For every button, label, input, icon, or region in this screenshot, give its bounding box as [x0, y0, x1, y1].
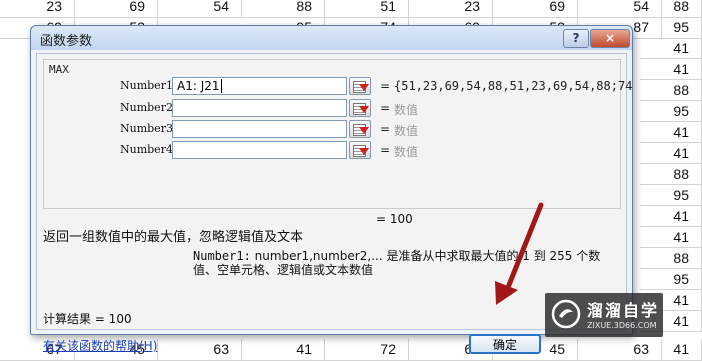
sheet-cell[interactable]: 69 — [75, 0, 158, 17]
parameter-text: number1,number2,... 是准备从中求取最大值的 1 到 255 … — [193, 249, 601, 277]
sheet-row: 23 69 54 88 51 23 69 54 88 — [0, 0, 702, 18]
dialog-content: MAX Number1 A1: J21 = {51,23,69,54,88,51… — [36, 53, 632, 354]
watermark-logo-icon — [551, 299, 581, 329]
collapse-arrow-icon — [359, 148, 369, 155]
sheet-cell[interactable]: 69 — [493, 0, 578, 17]
sheet-cell[interactable]: 88 — [662, 0, 702, 17]
parameter-description: Number1: number1,number2,... 是准备从中求取最大值的… — [193, 249, 623, 277]
function-name: MAX — [49, 63, 69, 76]
number3-input[interactable] — [172, 120, 347, 138]
sheet-cell[interactable]: 54 — [578, 0, 662, 17]
sheet-cell[interactable]: 51 — [325, 0, 409, 17]
sheet-cell[interactable]: 88 — [640, 164, 702, 185]
dialog-title-bar[interactable]: 函数参数 ? × — [31, 26, 632, 50]
question-icon: ? — [572, 31, 580, 45]
number2-result: 数值 — [394, 103, 419, 117]
number3-label: Number3 — [120, 122, 173, 135]
number2-range-button[interactable] — [349, 99, 371, 117]
ok-button[interactable]: 确定 — [469, 334, 541, 354]
sheet-cell[interactable]: 95 — [640, 269, 702, 290]
sheet-cell[interactable]: 23 — [409, 0, 493, 17]
number1-label: Number1 — [120, 79, 173, 92]
function-arguments-dialog: 函数参数 ? × MAX Number1 A1: J21 = {51,23,69… — [30, 25, 633, 354]
function-group: MAX Number1 A1: J21 = {51,23,69,54,88,51… — [43, 59, 632, 209]
number4-label: Number4 — [120, 143, 173, 156]
calculation-result: 计算结果 = 100 — [43, 312, 132, 326]
sheet-cell[interactable]: 41 — [662, 339, 702, 360]
number1-value: A1: J21 — [177, 79, 220, 93]
function-help-link[interactable]: 有关该函数的帮助(H) — [43, 337, 157, 354]
equals-sign: = — [380, 79, 391, 93]
sheet-cell[interactable]: 41 — [640, 206, 702, 227]
sheet-cell[interactable]: 54 — [158, 0, 242, 17]
close-button[interactable]: × — [590, 29, 630, 48]
collapse-arrow-icon — [359, 127, 369, 134]
watermark: 溜溜自学 ZIXUE.3D66.COM — [545, 293, 663, 337]
sheet-cell[interactable]: 95 — [640, 185, 702, 206]
sheet-cell[interactable]: 72 — [325, 339, 409, 360]
help-button[interactable]: ? — [563, 29, 589, 48]
sheet-cell[interactable]: 41 — [640, 143, 702, 164]
sheet-cell[interactable]: 63 — [158, 339, 242, 360]
dialog-title: 函数参数 — [40, 34, 93, 49]
number3-result: 数值 — [394, 124, 419, 138]
number2-input[interactable] — [172, 99, 347, 117]
collapse-arrow-icon — [359, 106, 369, 113]
sheet-cell[interactable]: 41 — [640, 38, 702, 59]
sheet-cell[interactable]: 41 — [242, 339, 325, 360]
number1-result: {51,23,69,54,88,51,23,69,54,88;74 — [394, 79, 633, 93]
number4-result: 数值 — [394, 145, 419, 159]
collapse-arrow-icon — [359, 84, 369, 91]
sheet-cell[interactable]: 41 — [640, 59, 702, 80]
sheet-cell[interactable]: 95 — [640, 101, 702, 122]
function-description: 返回一组数值中的最大值，忽略逻辑值及文本 — [43, 230, 304, 245]
sheet-cell[interactable]: 95 — [662, 17, 702, 38]
sheet-cell[interactable]: 23 — [0, 0, 75, 17]
equals-sign: = — [380, 143, 391, 157]
watermark-title: 溜溜自学 — [587, 301, 660, 320]
sheet-cell[interactable]: 88 — [640, 80, 702, 101]
number4-input[interactable] — [172, 141, 347, 159]
formula-result: = 100 — [376, 212, 413, 226]
equals-sign: = — [380, 101, 391, 115]
equals-sign: = — [380, 122, 391, 136]
parameter-name: Number1: — [193, 249, 251, 263]
number1-range-button[interactable] — [349, 77, 371, 95]
sheet-cell[interactable]: 63 — [578, 339, 662, 360]
number4-range-button[interactable] — [349, 141, 371, 159]
text-cursor — [220, 79, 222, 93]
sheet-cell[interactable]: 88 — [640, 248, 702, 269]
number1-input[interactable]: A1: J21 — [172, 77, 347, 95]
number3-range-button[interactable] — [349, 120, 371, 138]
watermark-subtitle: ZIXUE.3D66.COM — [587, 321, 657, 330]
number2-label: Number2 — [120, 101, 173, 114]
sheet-cell[interactable]: 88 — [242, 0, 325, 17]
sheet-cell[interactable]: 41 — [640, 122, 702, 143]
close-icon: × — [604, 31, 616, 45]
sheet-cell[interactable]: 41 — [640, 227, 702, 248]
